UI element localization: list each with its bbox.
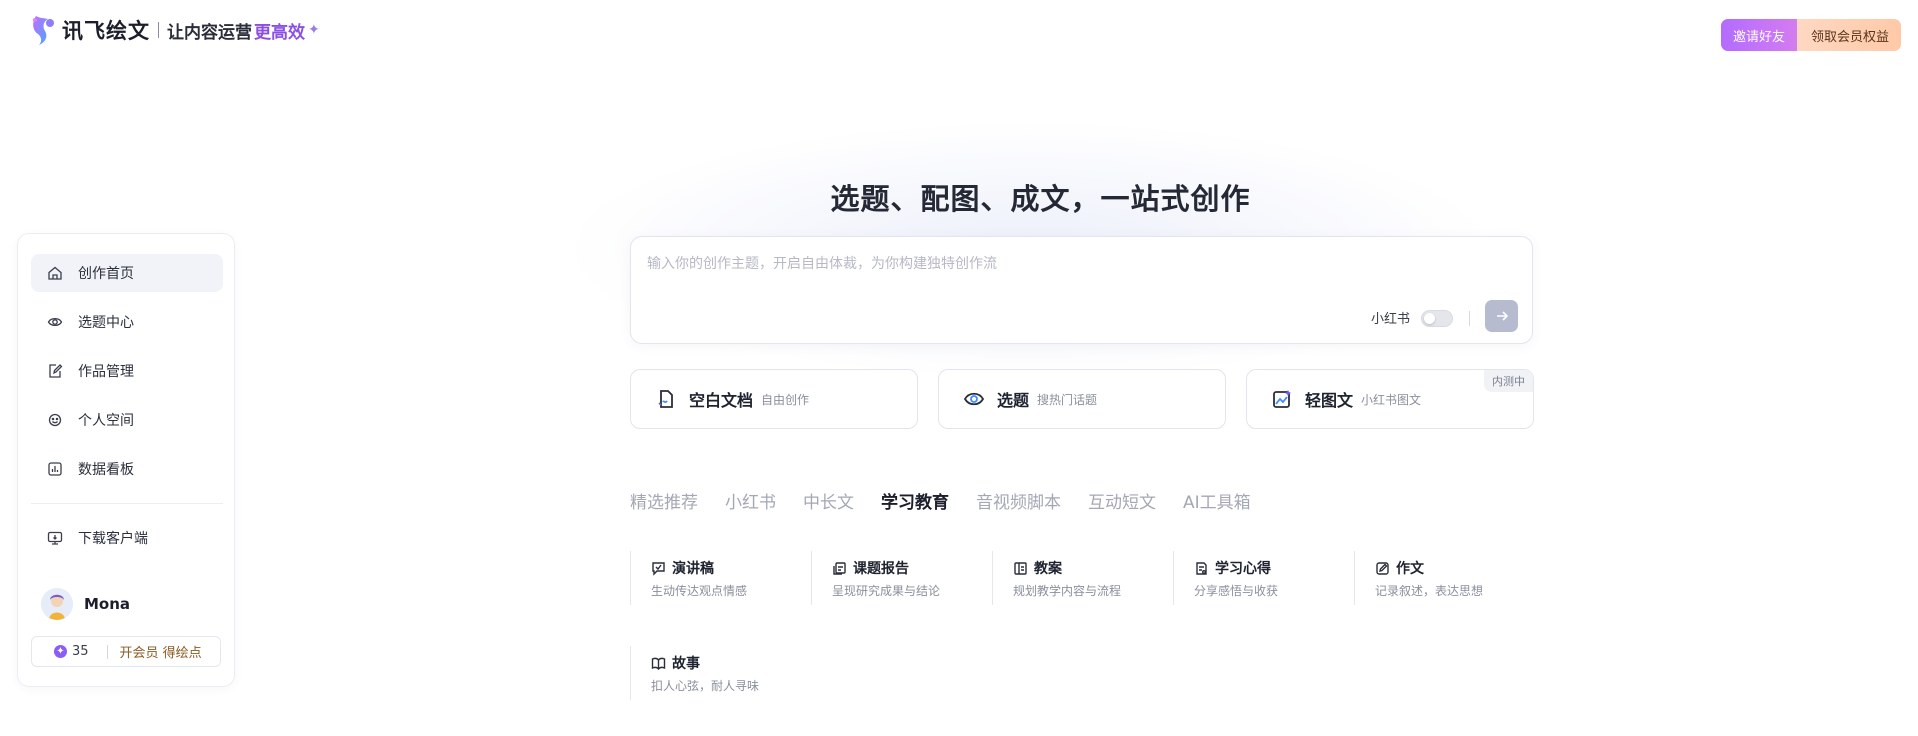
notes-icon [1196,561,1207,575]
logo-divider [158,22,159,38]
sidebar-item-label: 作品管理 [78,364,134,380]
avatar [41,588,73,620]
home-icon [47,265,63,281]
send-button[interactable] [1485,300,1518,332]
book-icon [651,657,666,670]
monitor-icon [47,530,63,546]
sidebar-divider [31,503,223,504]
topic-input-placeholder[interactable]: 输入你的创作主题，开启自由体裁，为你构建独特创作流 [647,253,997,273]
promo-banner: 邀请好友 领取会员权益 [1721,19,1902,51]
category-tabs: 精选推荐 小红书 中长文 学习教育 音视频脚本 互动短文 AI工具箱 [630,488,1278,513]
card-title: 空白文档 [689,391,754,410]
user-space-icon [47,412,63,428]
topic-input-box[interactable]: 输入你的创作主题，开启自由体裁，为你构建独特创作流 小红书 [630,236,1533,344]
points-icon: ✦ [54,645,67,658]
xhs-toggle-label: 小红书 [1371,312,1411,327]
tab-long-article[interactable]: 中长文 [803,488,854,513]
template-desc: 呈现研究成果与结论 [832,584,941,598]
tab-ai-toolbox[interactable]: AI工具箱 [1183,488,1251,513]
template-title: 课题报告 [853,561,909,577]
template-title: 学习心得 [1215,561,1271,577]
card-title: 轻图文 [1305,391,1354,410]
image-sparkle-icon [1273,390,1291,408]
edit-icon [47,363,63,379]
chart-icon [47,461,63,477]
vip-upsell-link[interactable]: 开会员 得绘点 [120,642,202,661]
template-title: 演讲稿 [672,561,714,577]
card-subtitle: 自由创作 [761,392,810,407]
card-title: 选题 [997,391,1030,410]
essay-icon [1376,561,1389,575]
sidebar: 创作首页 选题中心 作品管理 个人空间 数据看板 下载客户端 Mona ✦ 35… [17,233,235,687]
template-research-report[interactable]: 课题报告 呈现研究成果与结论 [811,551,992,605]
sidebar-item-label: 下载客户端 [78,531,148,547]
user-profile[interactable]: Mona [41,588,130,620]
sidebar-item-label: 创作首页 [78,266,134,282]
template-desc: 生动传达观点情感 [651,584,748,598]
logo-name: 讯飞绘文 [62,19,150,43]
input-divider [1469,311,1470,326]
template-title: 教案 [1034,561,1062,577]
user-name: Mona [84,595,131,613]
lesson-plan-icon [1014,561,1027,575]
sidebar-item-label: 选题中心 [78,315,134,331]
card-subtitle: 小红书图文 [1361,392,1422,407]
logo-slogan: 让内容运营 [167,22,252,43]
template-desc: 扣人心弦，耐人寻味 [651,679,760,693]
sidebar-item-space[interactable]: 个人空间 [31,401,223,439]
sparkle-icon: ✦ [308,22,320,38]
template-lesson-plan[interactable]: 教案 规划教学内容与流程 [992,551,1173,605]
sidebar-item-dashboard[interactable]: 数据看板 [31,450,223,488]
template-essay[interactable]: 作文 记录叙述，表达思想 [1354,551,1535,605]
sidebar-item-label: 个人空间 [78,413,134,429]
tab-av-script[interactable]: 音视频脚本 [976,488,1061,513]
sidebar-item-home[interactable]: 创作首页 [31,254,223,292]
blank-document-card[interactable]: 空白文档 自由创作 [630,369,918,429]
tab-featured[interactable]: 精选推荐 [630,488,698,513]
topic-card[interactable]: 选题 搜热门话题 [938,369,1226,429]
template-title: 故事 [672,656,700,672]
toggle-knob [1424,313,1435,324]
points-value: 35 [72,644,89,659]
eye-icon [47,314,63,330]
template-desc: 规划教学内容与流程 [1013,584,1122,598]
sidebar-item-works[interactable]: 作品管理 [31,352,223,390]
template-study-notes[interactable]: 学习心得 分享感悟与收获 [1173,551,1354,605]
arrow-right-icon [1496,311,1508,321]
xhs-toggle[interactable] [1421,310,1453,327]
points-divider [106,644,108,659]
template-desc: 记录叙述，表达思想 [1375,584,1484,598]
report-icon [833,561,846,575]
app-logo[interactable]: 讯飞绘文 让内容运营 更高效 ✦ [30,12,320,48]
sidebar-item-label: 数据看板 [78,462,134,478]
beta-badge: 内测中 [1484,370,1533,392]
sidebar-item-topics[interactable]: 选题中心 [31,303,223,341]
points-bar[interactable]: ✦ 35 开会员 得绘点 [31,636,221,667]
tab-xiaohongshu[interactable]: 小红书 [725,488,776,513]
logo-slogan-highlight: 更高效 [254,22,305,43]
document-icon [658,390,673,408]
sidebar-item-download[interactable]: 下载客户端 [31,519,223,557]
tab-education[interactable]: 学习教育 [881,488,949,513]
template-title: 作文 [1396,561,1424,577]
card-subtitle: 搜热门话题 [1037,392,1098,407]
eye-icon [963,392,985,406]
speech-icon [652,561,665,576]
page-headline: 选题、配图、成文，一站式创作 [830,182,1251,216]
claim-vip-button[interactable]: 领取会员权益 [1797,19,1902,51]
tab-interactive-short[interactable]: 互动短文 [1088,488,1156,513]
template-speech[interactable]: 演讲稿 生动传达观点情感 [630,551,811,605]
template-story[interactable]: 故事 扣人心弦，耐人寻味 [630,646,811,700]
template-desc: 分享感悟与收获 [1194,584,1279,598]
invite-friends-button[interactable]: 邀请好友 [1721,19,1798,51]
logo-mark-icon [33,16,54,45]
light-article-card[interactable]: 轻图文 小红书图文 内测中 [1246,369,1534,429]
